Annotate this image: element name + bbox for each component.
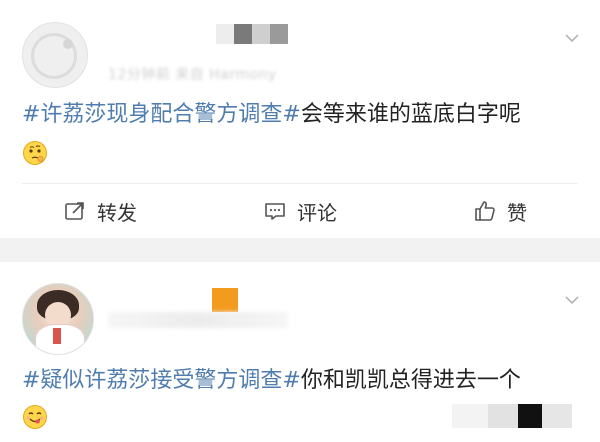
chevron-down-icon[interactable] — [564, 292, 580, 308]
like-label: 赞 — [507, 200, 527, 225]
repost-label: 转发 — [97, 200, 137, 225]
redacted-overlay — [452, 404, 572, 428]
avatar[interactable] — [22, 283, 94, 355]
username-badge-redacted[interactable] — [212, 288, 238, 312]
action-bar: 转发 评论 赞 — [0, 184, 600, 238]
avatar[interactable] — [22, 22, 88, 88]
post-text: 会等来谁的蓝底白字呢 — [300, 102, 521, 127]
topic-link[interactable]: #许荔莎现身配合警方调查# — [22, 102, 301, 127]
like-icon — [475, 201, 495, 221]
post-separator — [0, 238, 600, 262]
repost-icon — [65, 202, 84, 220]
feed-post: 12分钟前 来自 Harmony #许荔莎现身配合警方调查#会等来谁的蓝底白字呢… — [0, 0, 600, 238]
post-content: #疑似许荔莎接受警方调查#你和凯凯总得进去一个 — [22, 364, 582, 398]
comment-button[interactable]: 评论 — [200, 197, 400, 226]
topic-link[interactable]: #疑似许荔莎接受警方调查# — [22, 368, 301, 393]
post-text: 你和凯凯总得进去一个 — [300, 368, 521, 393]
comment-label: 评论 — [297, 200, 337, 225]
thinking-face-icon — [23, 141, 47, 165]
chevron-down-icon[interactable] — [564, 30, 580, 46]
yum-face-icon — [23, 405, 47, 429]
post-content: #许荔莎现身配合警方调查#会等来谁的蓝底白字呢 — [22, 98, 582, 132]
post-meta: 12分钟前 来自 Harmony — [108, 67, 277, 83]
like-button[interactable]: 赞 — [400, 197, 600, 226]
comment-icon — [265, 203, 285, 220]
repost-button[interactable]: 转发 — [0, 197, 200, 226]
username-redacted[interactable] — [216, 24, 288, 44]
post-meta-redacted — [108, 312, 288, 328]
